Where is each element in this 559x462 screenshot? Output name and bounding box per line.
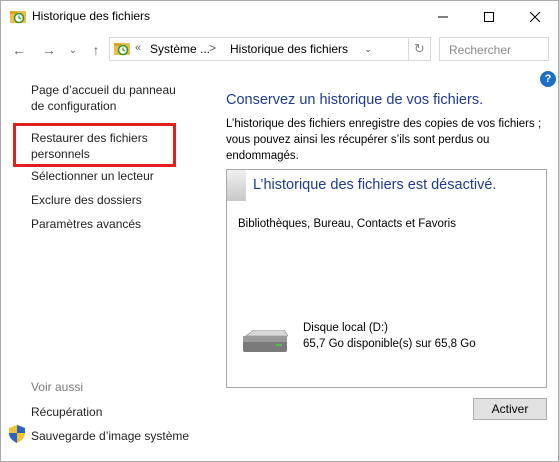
- minimize-icon: [438, 16, 448, 17]
- breadcrumb-file-history[interactable]: Historique des fichiers: [230, 42, 348, 56]
- see-also-heading: Voir aussi: [31, 380, 84, 394]
- sidebar-link-advanced-settings[interactable]: Paramètres avancés: [31, 216, 141, 232]
- title-bar: Historique des fichiers: [1, 1, 558, 32]
- page-title: Conservez un historique de vos fichiers.: [226, 92, 484, 108]
- status-indicator: [227, 170, 246, 201]
- breadcrumb-systeme[interactable]: Système ...: [150, 42, 210, 56]
- minimize-button[interactable]: [420, 1, 466, 32]
- sidebar-link-control-panel-home[interactable]: Page d’accueil du panneau de configurati…: [31, 82, 191, 114]
- overflow-crumb[interactable]: «: [135, 42, 141, 54]
- refresh-icon: ↻: [414, 41, 425, 56]
- drive-name: Disque local (D:): [303, 322, 388, 334]
- sidebar-link-exclude-folders[interactable]: Exclure des dossiers: [31, 192, 142, 208]
- forward-button[interactable]: →: [39, 40, 59, 60]
- sidebar-link-recovery[interactable]: Récupération: [31, 404, 102, 420]
- refresh-button[interactable]: ↻: [409, 37, 431, 61]
- chevron-down-icon: ⌄: [364, 43, 372, 54]
- navigation-bar: ← → ⌄ ↑ « Système ... > Historique des f…: [1, 32, 558, 68]
- drive-space: 65,7 Go disponible(s) sur 65,8 Go: [303, 338, 476, 350]
- chevron-down-icon: ⌄: [68, 44, 78, 56]
- back-arrow-icon: ←: [12, 42, 26, 58]
- page-description: L’historique des fichiers enregistre des…: [226, 118, 542, 162]
- backed-up-locations: Bibliothèques, Bureau, Contacts et Favor…: [238, 218, 456, 230]
- sidebar-link-restore-files[interactable]: Restaurer des fichiers personnels: [31, 130, 161, 162]
- help-button[interactable]: ?: [540, 71, 556, 87]
- forward-arrow-icon: →: [42, 42, 56, 58]
- search-input[interactable]: Rechercher: [449, 43, 511, 57]
- back-button[interactable]: ←: [9, 40, 29, 60]
- file-history-window: Historique des fichiers ← → ⌄ ↑ « Systèm…: [0, 0, 559, 462]
- sidebar-link-select-drive[interactable]: Sélectionner un lecteur: [31, 168, 154, 184]
- recent-locations-button[interactable]: ⌄: [63, 40, 83, 60]
- sidebar-link-system-image-backup[interactable]: Sauvegarde d’image système: [31, 428, 189, 444]
- hard-drive-icon: [243, 330, 288, 352]
- shield-icon: [9, 425, 25, 443]
- file-history-icon: [10, 11, 26, 24]
- maximize-icon: [484, 11, 494, 22]
- up-button[interactable]: ↑: [86, 40, 106, 60]
- up-arrow-icon: ↑: [92, 42, 100, 58]
- close-button[interactable]: [512, 1, 558, 32]
- address-bar[interactable]: « Système ... > Historique des fichiers …: [109, 37, 409, 61]
- left-pane: Page d’accueil du panneau de configurati…: [1, 68, 211, 462]
- status-title: L’historique des fichiers est désactivé.: [253, 177, 497, 193]
- maximize-button[interactable]: [466, 1, 512, 32]
- activate-button[interactable]: Activer: [473, 398, 547, 420]
- search-box[interactable]: Rechercher: [439, 37, 549, 61]
- file-history-icon: [114, 43, 130, 56]
- address-dropdown-button[interactable]: ⌄: [358, 41, 378, 57]
- close-icon: [530, 11, 540, 22]
- breadcrumb-separator-icon[interactable]: >: [209, 41, 216, 55]
- status-panel-header: L’historique des fichiers est désactivé.: [227, 170, 546, 201]
- status-panel: L’historique des fichiers est désactivé.…: [226, 169, 547, 388]
- window-title: Historique des fichiers: [32, 9, 151, 23]
